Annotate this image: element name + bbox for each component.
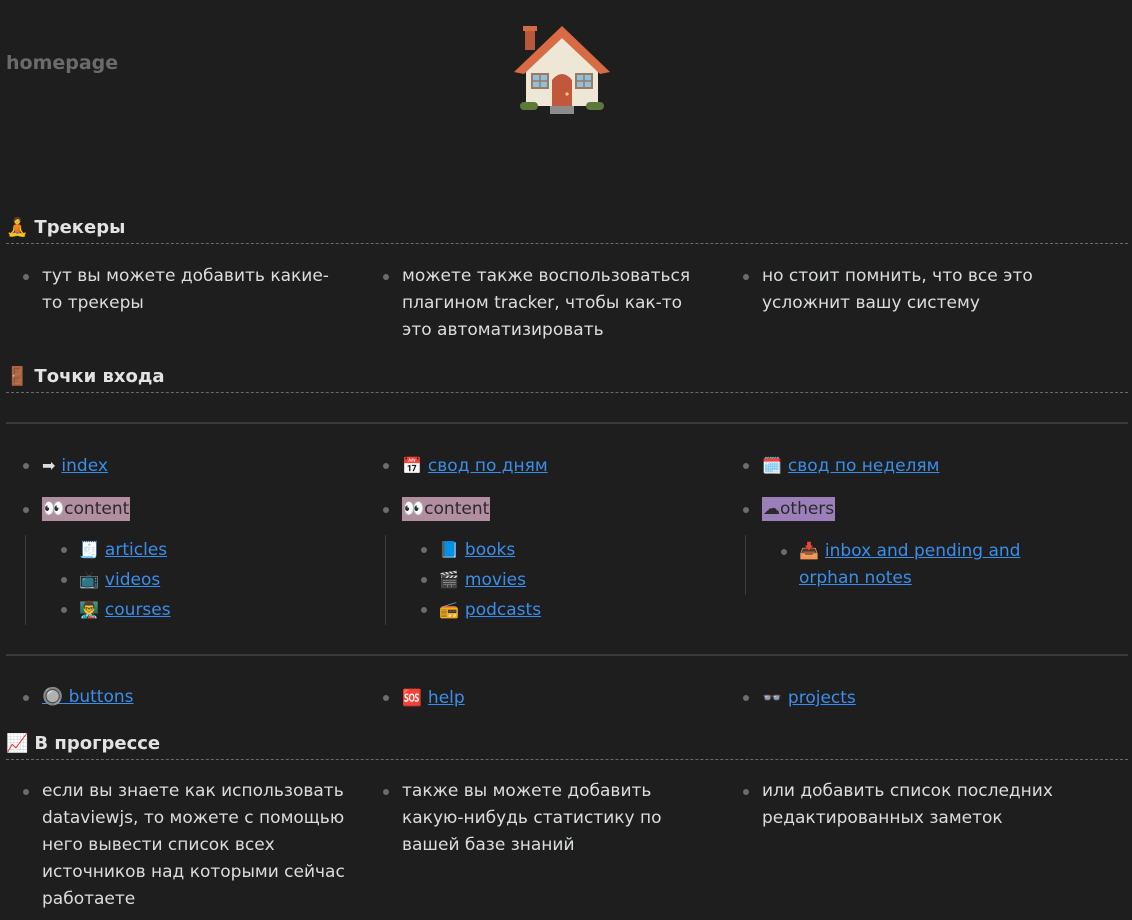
podcasts-link[interactable]: podcasts [465,600,541,620]
list-item: или добавить список последних редактиров… [726,778,1066,832]
teacher-icon: 👨‍🏫 [79,600,99,619]
radio-icon: 📻 [439,600,459,619]
inbox-link[interactable]: inbox and pending and orphan notes [799,541,1020,588]
list-item: тут вы можете добавить какие-то трекеры [6,263,346,317]
entry-col-1-row-2: 👀content [6,496,346,523]
list-item: 👓 projects [726,684,1066,712]
glasses-icon: 👓 [762,688,782,707]
spiral-calendar-icon: 🗓️ [762,456,782,475]
cloud-icon: ☁ [763,499,780,519]
list-item: 🔘 buttons [6,684,346,711]
progress-col-3: или добавить список последних редактиров… [726,778,1066,832]
others-sublist: 📥 inbox and pending and orphan notes [745,535,1076,595]
meditation-icon: 🧘 [6,217,29,238]
videos-link[interactable]: videos [105,570,160,590]
inbox-tray-icon: 📥 [799,541,819,560]
door-icon: 🚪 [6,366,29,387]
entry-col-3-row-3: 👓 projects [726,684,1066,712]
content-tag: 👀content [42,497,131,521]
help-link[interactable]: help [428,688,465,708]
list-item: 📻 podcasts [386,595,716,625]
progress-col-2: также вы можете добавить какую-нибудь ст… [366,778,706,859]
list-item: 🆘 help [366,684,706,712]
progress-heading-text: В прогрессе [34,733,161,754]
list-item: можете также воспользоваться плагином tr… [366,263,706,344]
list-item: ☁others [726,496,1066,523]
trackers-heading: 🧘 Трекеры [6,216,1128,244]
list-item: если вы знаете как использовать dataview… [6,778,346,913]
list-item: 🗓️ свод по неделям [726,452,1066,480]
trackers-col-3: но стоит помнить, что все это усложнит в… [726,263,1066,317]
page-title: homepage [6,52,119,74]
entry-points-heading-text: Точки входа [34,366,165,387]
list-item: 👀content [366,496,706,523]
others-tag: ☁others [762,497,836,521]
eyes-icon: 👀 [403,499,425,519]
divider [6,654,1128,656]
books-link[interactable]: books [465,540,515,560]
courses-link[interactable]: courses [105,600,171,620]
content-sublist-2: 📘 books 🎬 movies 📻 podcasts [385,535,716,625]
list-item: 👨‍🏫 courses [26,595,356,625]
house-icon [514,26,610,114]
receipt-icon: 🧾 [79,540,99,559]
entry-col-1-row-1: ➡ index [6,452,346,480]
trackers-heading-text: Трекеры [34,217,126,238]
list-item: также вы можете добавить какую-нибудь ст… [366,778,706,859]
progress-col-1: если вы знаете как использовать dataview… [6,778,346,913]
trackers-col-2: можете также воспользоваться плагином tr… [366,263,706,344]
list-item: 📘 books [386,535,716,565]
movies-link[interactable]: movies [465,570,526,590]
entry-col-2-row-2: 👀content [366,496,706,523]
clapper-icon: 🎬 [439,570,459,589]
book-icon: 📘 [439,540,459,559]
radio-button-icon: 🔘 [42,687,64,707]
content-tag: 👀content [402,497,491,521]
projects-link[interactable]: projects [788,688,856,708]
chart-increasing-icon: 📈 [6,733,29,754]
list-item: ➡ index [6,452,346,480]
list-item: 📺 videos [26,565,356,595]
content-sublist-1: 🧾 articles 📺 videos 👨‍🏫 courses [25,535,356,625]
arrow-right-icon: ➡ [42,456,56,475]
calendar-icon: 📅 [402,456,422,475]
entry-points-heading: 🚪 Точки входа [6,365,1128,393]
weekly-summary-link[interactable]: свод по неделям [788,456,940,476]
entry-col-3-row-1: 🗓️ свод по неделям [726,452,1066,480]
list-item: 👀content [6,496,346,523]
entry-col-2-row-1: 📅 свод по дням [366,452,706,480]
list-item: 📥 inbox and pending and orphan notes [746,537,1029,592]
index-link[interactable]: index [61,456,108,476]
list-item: 📅 свод по дням [366,452,706,480]
entry-col-2-row-3: 🆘 help [366,684,706,712]
articles-link[interactable]: articles [105,540,167,560]
trackers-col-1: тут вы можете добавить какие-то трекеры [6,263,346,317]
entry-col-1-row-3: 🔘 buttons [6,684,346,711]
divider [6,422,1128,424]
list-item: но стоит помнить, что все это усложнит в… [726,263,1066,317]
progress-heading: 📈 В прогрессе [6,732,1128,760]
entry-col-3-row-2: ☁others [726,496,1066,523]
buttons-link[interactable]: 🔘 buttons [42,687,134,707]
sos-icon: 🆘 [402,688,422,707]
eyes-icon: 👀 [43,499,65,519]
list-item: 🎬 movies [386,565,716,595]
list-item: 🧾 articles [26,535,356,565]
tv-icon: 📺 [79,570,99,589]
daily-summary-link[interactable]: свод по дням [428,456,548,476]
